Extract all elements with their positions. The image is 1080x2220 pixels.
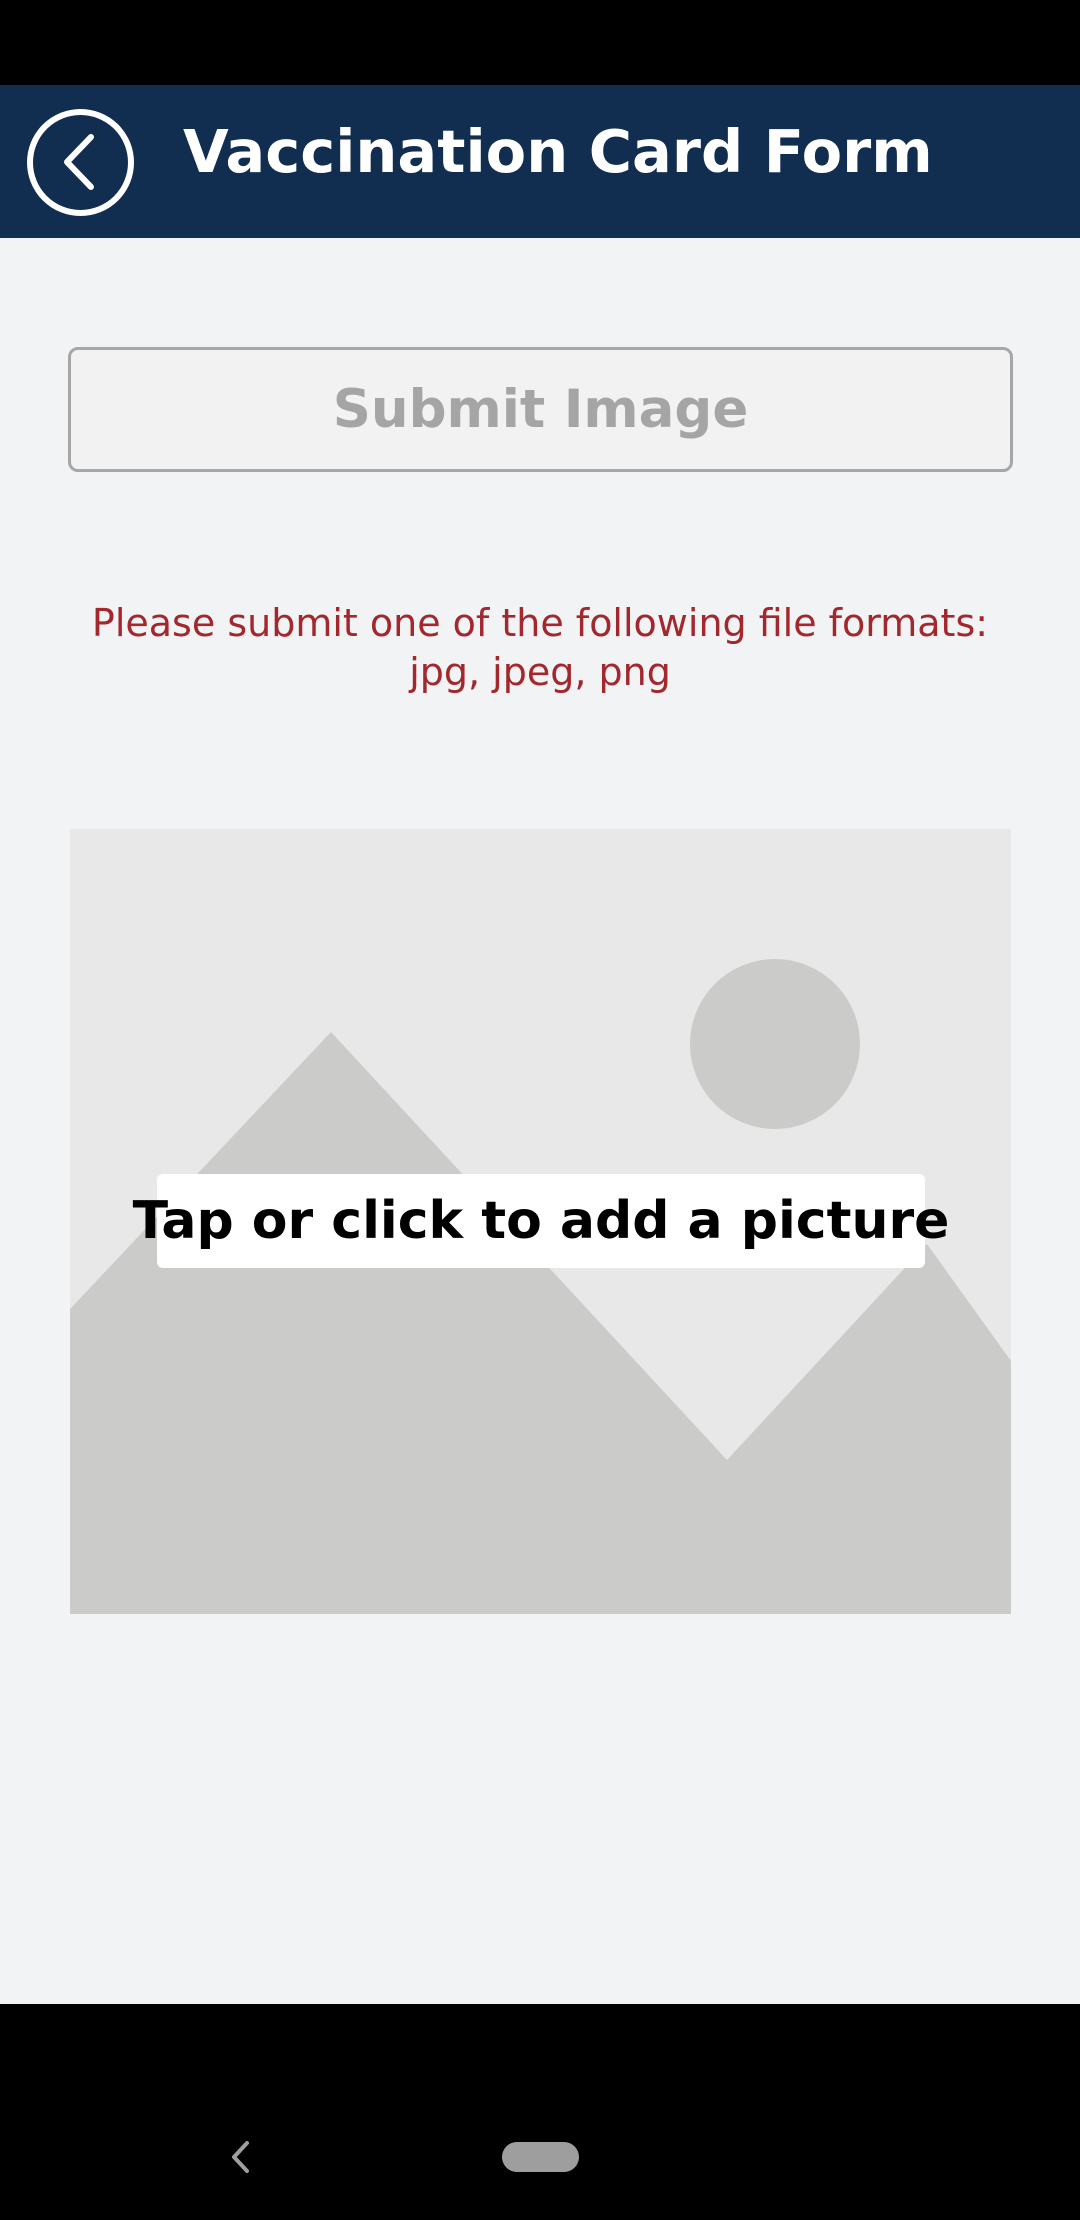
format-notice-line1: Please submit one of the following file …	[91, 601, 989, 645]
system-nav-bar	[0, 2004, 1080, 2220]
nav-back-icon[interactable]	[225, 2135, 255, 2179]
format-notice: Please submit one of the following file …	[40, 599, 1040, 697]
format-notice-line2: jpg, jpeg, png	[409, 650, 671, 694]
status-bar	[0, 0, 1080, 85]
chevron-left-icon	[64, 134, 94, 190]
page-title: Vaccination Card Form	[183, 117, 933, 186]
form-content: Submit Image Please submit one of the fo…	[0, 238, 1080, 2004]
add-picture-area[interactable]: Tap or click to add a picture	[70, 829, 1011, 1614]
back-button[interactable]	[27, 109, 134, 216]
app-header: Vaccination Card Form	[0, 85, 1080, 238]
add-picture-label: Tap or click to add a picture	[133, 1174, 949, 1268]
nav-home-icon[interactable]	[502, 2142, 579, 2172]
submit-image-button[interactable]: Submit Image	[68, 347, 1013, 472]
